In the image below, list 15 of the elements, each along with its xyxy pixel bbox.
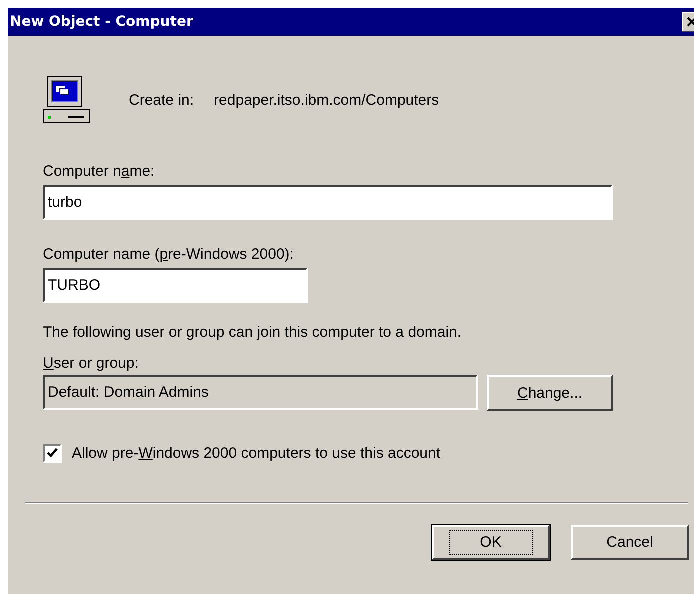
field-label: User or group:	[43, 355, 140, 372]
checkbox-label: Allow pre-Windows 2000 computers to use this account	[72, 445, 441, 462]
create-in-label: Create in:	[129, 92, 194, 108]
field-label: Computer name:	[43, 163, 156, 181]
text-field[interactable]: turbo	[43, 185, 613, 220]
container-path: redpaper.itso.ibm.com/Computers	[214, 92, 440, 108]
dialog-button[interactable]: Cancel	[571, 525, 689, 560]
check-icon	[46, 447, 59, 460]
field-label: Computer name (pre-Windows 2000):	[43, 246, 295, 264]
computer-icon	[42, 75, 92, 125]
window-title: New Object - Computer	[9, 14, 194, 30]
text-field[interactable]: TURBO	[43, 268, 308, 303]
join-note: The following user or group can join this computer to a domain.	[43, 324, 463, 341]
dialog-button[interactable]: OK	[432, 525, 550, 560]
checkbox[interactable]	[43, 444, 62, 463]
